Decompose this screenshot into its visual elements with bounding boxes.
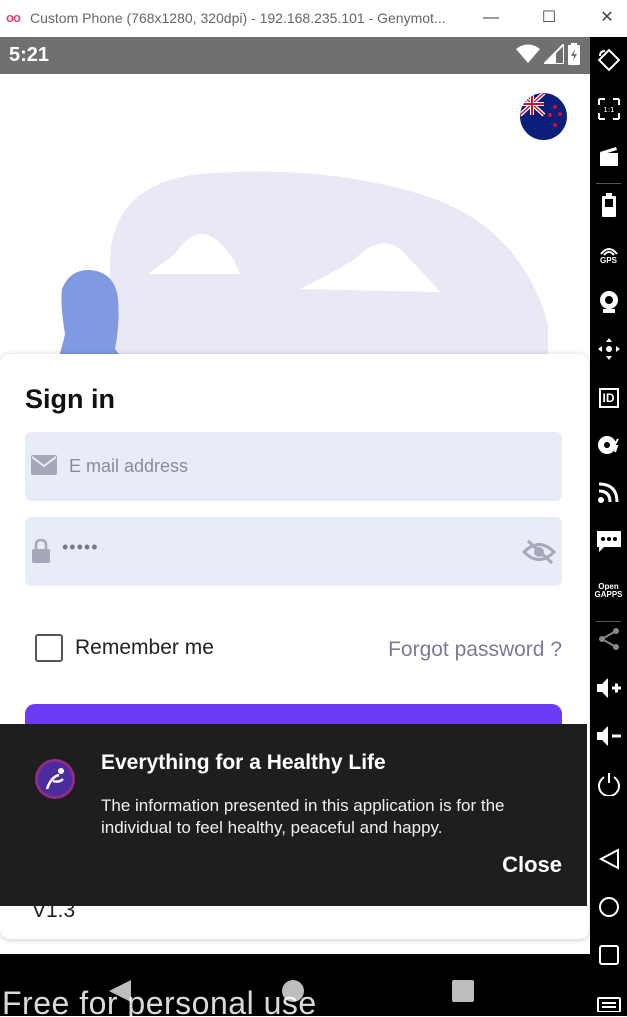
remember-me-label: Remember me [75,636,214,659]
gps-label: GPS [600,255,617,265]
email-field[interactable]: E mail address [25,432,562,501]
back-nav-icon[interactable] [590,844,627,874]
window-titlebar: oo Custom Phone (768x1280, 320dpi) - 192… [0,0,627,37]
forgot-password-link[interactable]: Forgot password ? [388,638,562,662]
recent-apps-icon[interactable] [590,940,627,970]
status-time: 5:21 [9,44,50,66]
email-placeholder: E mail address [69,456,189,476]
maximize-button[interactable]: ☐ [534,4,564,32]
password-value: ••••• [62,537,99,557]
toolbar-divider [596,183,621,184]
gps-icon[interactable]: GPS [590,240,627,270]
wifi-icon [516,44,540,63]
battery-sim-icon[interactable] [590,190,627,220]
network-icon[interactable] [590,477,627,507]
genymotion-logo-icon: oo [6,10,21,25]
opengapps-label: Open GAPPS [594,582,623,599]
volume-up-icon[interactable] [590,673,627,703]
app-logo-icon [35,759,75,799]
power-icon[interactable] [590,769,627,799]
volume-down-icon[interactable] [590,721,627,751]
status-bar: 5:21 [0,37,590,74]
screencast-icon[interactable] [590,141,627,171]
dialog-close-button[interactable]: Close [502,852,562,878]
language-flag-button[interactable] [520,93,567,140]
device-id-icon[interactable]: ID [590,383,627,413]
scale-label: 1:1 [603,106,614,114]
eye-off-icon[interactable] [522,539,556,565]
signal-icon [544,44,564,64]
lock-icon [32,539,50,563]
remember-me-checkbox[interactable] [35,634,63,662]
camera-icon[interactable] [590,287,627,317]
watermark-text: Free for personal use [2,985,317,1016]
home-nav-icon[interactable] [590,892,627,922]
share-icon[interactable] [590,624,627,654]
dialog-message: The information presented in this applic… [101,796,505,837]
pixel-perfect-icon[interactable]: 1:1 [590,94,627,124]
dialog-title: Everything for a Healthy Life [101,751,386,774]
password-field[interactable]: ••••• [25,517,562,586]
rotate-icon[interactable] [590,45,627,75]
minimize-button[interactable]: — [476,4,506,32]
close-window-button[interactable]: ✕ [592,4,622,32]
recents-icon[interactable] [452,980,474,1002]
sms-icon[interactable] [590,527,627,557]
device-screen: 5:21 Sign in E mail address ••••• Rememb… [0,37,590,1016]
open-gapps-icon[interactable]: Open GAPPS [590,576,627,606]
menu-icon[interactable] [590,987,627,1017]
signin-title: Sign in [25,384,115,414]
emulator-toolbar: 1:1 GPS ID Open GAPPS [590,37,627,1016]
remember-me-row[interactable]: Remember me [35,634,214,662]
mail-icon [31,455,57,475]
battery-icon [568,43,580,65]
window-title: Custom Phone (768x1280, 320dpi) - 192.16… [30,10,446,26]
info-dialog: Everything for a Healthy Life The inform… [0,724,587,906]
toolbar-divider [596,621,621,622]
status-icons [516,43,580,65]
dpad-icon[interactable] [590,334,627,364]
id-label: ID [598,388,619,408]
media-icon[interactable] [590,430,627,460]
